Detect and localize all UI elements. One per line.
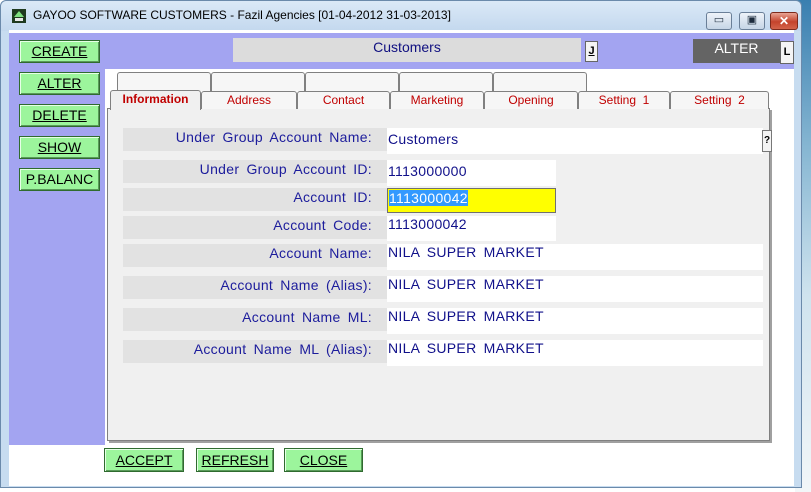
account-code-label: Account Code: bbox=[123, 216, 387, 239]
tab-marketing[interactable]: Marketing bbox=[390, 91, 484, 109]
account-id-label: Account ID: bbox=[123, 188, 387, 211]
tab-back-3[interactable] bbox=[305, 72, 399, 91]
information-panel bbox=[107, 108, 770, 441]
under-group-account-name-label: Under Group Account Name: bbox=[123, 128, 387, 151]
account-name-ml-label: Account Name ML: bbox=[123, 308, 387, 331]
account-name-field[interactable]: NILA SUPER MARKET bbox=[387, 244, 763, 270]
under-group-account-id-label: Under Group Account ID: bbox=[123, 160, 387, 183]
tab-setting-1[interactable]: Setting 1 bbox=[578, 91, 670, 109]
tab-address[interactable]: Address bbox=[201, 91, 297, 109]
account-name-alias-label: Account Name (Alias): bbox=[123, 276, 387, 299]
close-window-button[interactable]: ✕ bbox=[770, 12, 798, 30]
under-group-account-name-field[interactable]: Customers bbox=[387, 128, 763, 154]
tab-back-5[interactable] bbox=[493, 72, 587, 91]
alter-button[interactable]: ALTER bbox=[19, 72, 100, 95]
maximize-button[interactable]: ▣ bbox=[739, 12, 765, 30]
account-id-field[interactable]: 1113000042 bbox=[387, 188, 556, 213]
account-name-ml-alias-label: Account Name ML (Alias): bbox=[123, 340, 387, 363]
tab-opening[interactable]: Opening bbox=[484, 91, 578, 109]
account-name-ml-field[interactable]: NILA SUPER MARKET bbox=[387, 308, 763, 334]
account-name-alias-field[interactable]: NILA SUPER MARKET bbox=[387, 276, 763, 302]
create-button[interactable]: CREATE bbox=[19, 40, 100, 63]
title-bar[interactable]: GAYOO SOFTWARE CUSTOMERS - Fazil Agencie… bbox=[1, 1, 801, 31]
accept-button[interactable]: ACCEPT bbox=[104, 448, 184, 472]
maximize-icon: ▣ bbox=[746, 14, 758, 26]
l-button[interactable]: L bbox=[780, 41, 794, 64]
close-icon: ✕ bbox=[778, 14, 790, 28]
tab-information[interactable]: Information bbox=[110, 90, 201, 110]
app-icon bbox=[12, 9, 26, 23]
account-name-label: Account Name: bbox=[123, 244, 387, 267]
tab-setting-2[interactable]: Setting 2 bbox=[670, 91, 769, 109]
account-id-selected-text: 1113000042 bbox=[389, 190, 468, 206]
page-title: Customers bbox=[233, 38, 581, 62]
tab-back-4[interactable] bbox=[399, 72, 493, 91]
tab-contact[interactable]: Contact bbox=[297, 91, 390, 109]
account-name-ml-alias-field[interactable]: NILA SUPER MARKET bbox=[387, 340, 763, 366]
tab-back-1[interactable] bbox=[117, 72, 211, 91]
minimize-icon: ▭ bbox=[713, 14, 725, 26]
account-code-field[interactable]: 1113000042 bbox=[387, 216, 556, 241]
under-group-account-id-field[interactable]: 1113000000 bbox=[387, 160, 556, 186]
p-balance-button[interactable]: P.BALANC bbox=[19, 168, 100, 191]
close-button[interactable]: CLOSE bbox=[284, 448, 363, 472]
mode-badge: ALTER bbox=[693, 39, 780, 63]
lookup-button[interactable]: ? bbox=[762, 130, 772, 152]
minimize-button[interactable]: ▭ bbox=[706, 12, 732, 30]
refresh-button[interactable]: REFRESH bbox=[196, 448, 274, 472]
delete-button[interactable]: DELETE bbox=[19, 104, 100, 127]
window-title: GAYOO SOFTWARE CUSTOMERS - Fazil Agencie… bbox=[33, 8, 451, 22]
show-button[interactable]: SHOW bbox=[19, 136, 100, 159]
tab-back-2[interactable] bbox=[211, 72, 305, 91]
j-button[interactable]: J bbox=[585, 41, 598, 62]
